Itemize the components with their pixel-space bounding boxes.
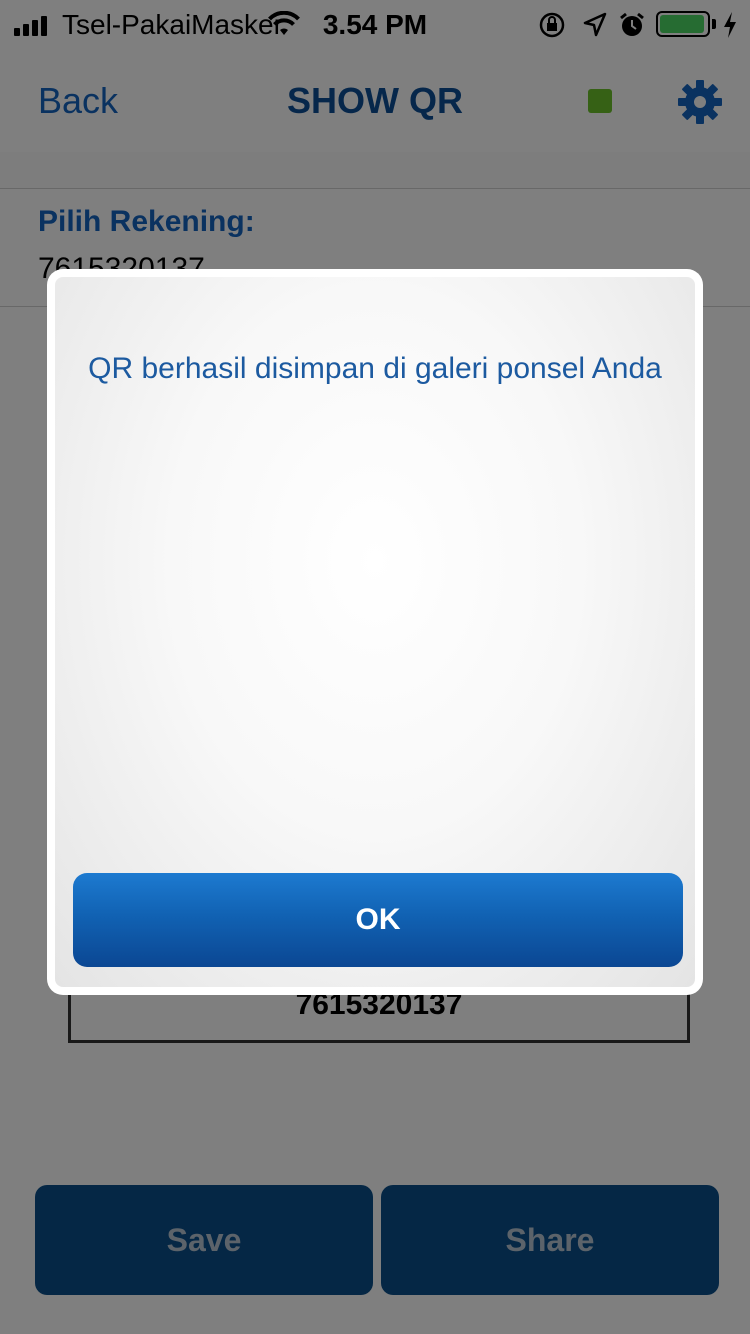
alert-dialog: QR berhasil disimpan di galeri ponsel An… bbox=[47, 269, 703, 995]
alert-message: QR berhasil disimpan di galeri ponsel An… bbox=[88, 352, 662, 385]
ok-button[interactable]: OK bbox=[73, 873, 683, 967]
show-qr-screen: Tsel-PakaiMasker 3.54 PM Back bbox=[0, 0, 750, 1334]
alert-dialog-body: QR berhasil disimpan di galeri ponsel An… bbox=[55, 277, 695, 987]
